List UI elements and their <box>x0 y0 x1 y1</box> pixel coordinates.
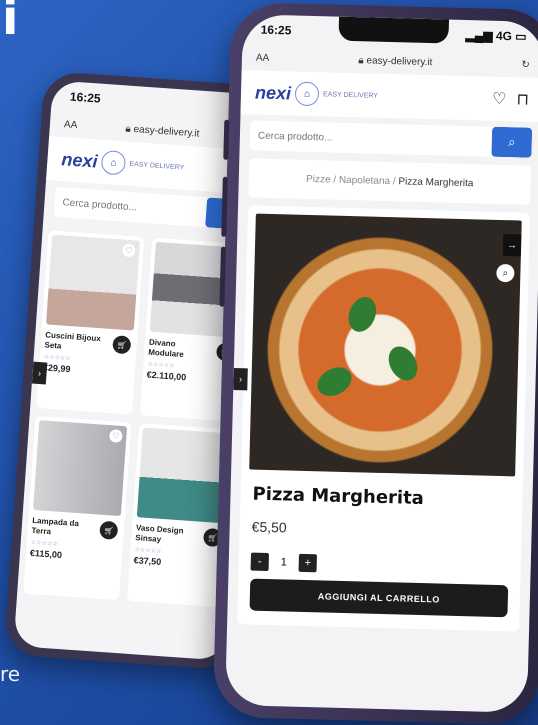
network-type: 4G <box>495 28 513 44</box>
product-card[interactable]: ♡ Cuscini Bijoux Seta ☆☆☆☆☆ €29,99 🛒︎ <box>36 230 145 415</box>
quantity-increase-button[interactable]: + <box>298 553 317 573</box>
search-input[interactable] <box>54 196 207 218</box>
reload-icon[interactable]: ↻ <box>521 59 530 70</box>
front-phone-screen: 16:25 ▂▄▆ 4G ▭ AA 🔒︎ easy-delivery.it ↻ … <box>225 14 538 713</box>
quantity-decrease-button[interactable]: - <box>250 552 269 572</box>
delivery-icon: ⌂ <box>294 81 320 107</box>
delivery-icon: ⌂ <box>100 149 127 176</box>
volume-button <box>223 119 230 160</box>
shopping-bag-icon[interactable]: ⊓ <box>516 89 529 109</box>
site-logo[interactable]: nexi ⌂ EASY DELIVERY <box>255 81 379 108</box>
basil-leaf <box>312 361 357 402</box>
site-header: nexi ⌂ EASY DELIVERY ♡ ⊓ <box>240 70 538 123</box>
product-detail: → ⌕ Pizza Margherita €5,50 - 1 + AGGIUNG… <box>237 205 530 632</box>
url-text: easy-delivery.it <box>366 54 433 68</box>
signal-icon: ▂▄▆ <box>465 28 497 43</box>
zoom-icon[interactable]: ⌕ <box>496 263 515 283</box>
add-to-cart-button[interactable]: AGGIUNGI AL CARRELLO <box>249 578 509 618</box>
logo-tagline: EASY DELIVERY <box>322 90 379 100</box>
breadcrumb-separator: / <box>389 176 399 188</box>
site-logo[interactable]: nexi ⌂ EASY DELIVERY <box>61 147 185 180</box>
product-price: €5,50 <box>251 518 287 536</box>
breadcrumb-link-napoletana[interactable]: Napoletana <box>339 175 390 187</box>
volume-button <box>219 246 227 307</box>
corner-letter: i <box>2 0 19 46</box>
text-size-button[interactable]: AA <box>256 52 270 63</box>
product-image[interactable]: → ⌕ <box>249 213 522 477</box>
product-card[interactable]: ♡ Lampada da Terra ☆☆☆☆☆ €115,00 🛒︎ <box>23 415 132 601</box>
breadcrumb-current: Pizza Margherita <box>398 176 474 190</box>
phone-notch <box>338 16 450 44</box>
add-to-cart-icon[interactable]: 🛒︎ <box>99 520 119 540</box>
text-size-button[interactable]: AA <box>64 119 78 131</box>
search-button[interactable]: ⌕ <box>491 126 533 158</box>
search-icon: ⌕ <box>508 134 516 150</box>
product-name[interactable]: Divano Modulare <box>148 338 209 363</box>
corner-text-fragment: re <box>0 662 21 686</box>
front-phone: 16:25 ▂▄▆ 4G ▭ AA 🔒︎ easy-delivery.it ↻ … <box>212 1 538 725</box>
side-panel-toggle[interactable]: › <box>233 368 248 391</box>
quantity-value[interactable]: 1 <box>275 556 293 568</box>
product-name[interactable]: Vaso Design Sinsay <box>135 523 196 548</box>
volume-button <box>221 176 228 237</box>
product-title: Pizza Margherita <box>252 483 425 510</box>
basil-leaf <box>343 292 381 336</box>
basil-leaf <box>382 341 424 386</box>
product-name[interactable]: Cuscini Bijoux Seta <box>44 330 105 355</box>
search-input[interactable] <box>249 129 492 148</box>
battery-icon: ▭ <box>511 29 527 44</box>
search-bar: ⌕ <box>249 120 533 158</box>
search-bar: ⌕ <box>53 186 248 231</box>
add-to-cart-icon[interactable]: 🛒︎ <box>112 335 132 355</box>
logo-tagline: EASY DELIVERY <box>129 160 185 172</box>
url-text: easy-delivery.it <box>133 123 200 140</box>
logo-brand: nexi <box>254 82 292 103</box>
breadcrumb: Pizze / Napoletana / Pizza Margherita <box>248 158 532 205</box>
side-panel-toggle[interactable]: › <box>31 361 48 385</box>
lock-icon: 🔒︎ <box>358 54 367 66</box>
breadcrumb-link-pizze[interactable]: Pizze <box>306 174 331 186</box>
product-image[interactable] <box>136 427 231 524</box>
status-time: 16:25 <box>260 22 292 38</box>
logo-brand: nexi <box>60 148 99 172</box>
quantity-stepper: - 1 + <box>250 552 509 578</box>
image-nav-arrow[interactable]: → <box>502 234 522 257</box>
wishlist-heart-icon[interactable]: ♡ <box>492 89 507 109</box>
product-name[interactable]: Lampada da Terra <box>31 516 92 541</box>
status-time: 16:25 <box>69 89 102 106</box>
